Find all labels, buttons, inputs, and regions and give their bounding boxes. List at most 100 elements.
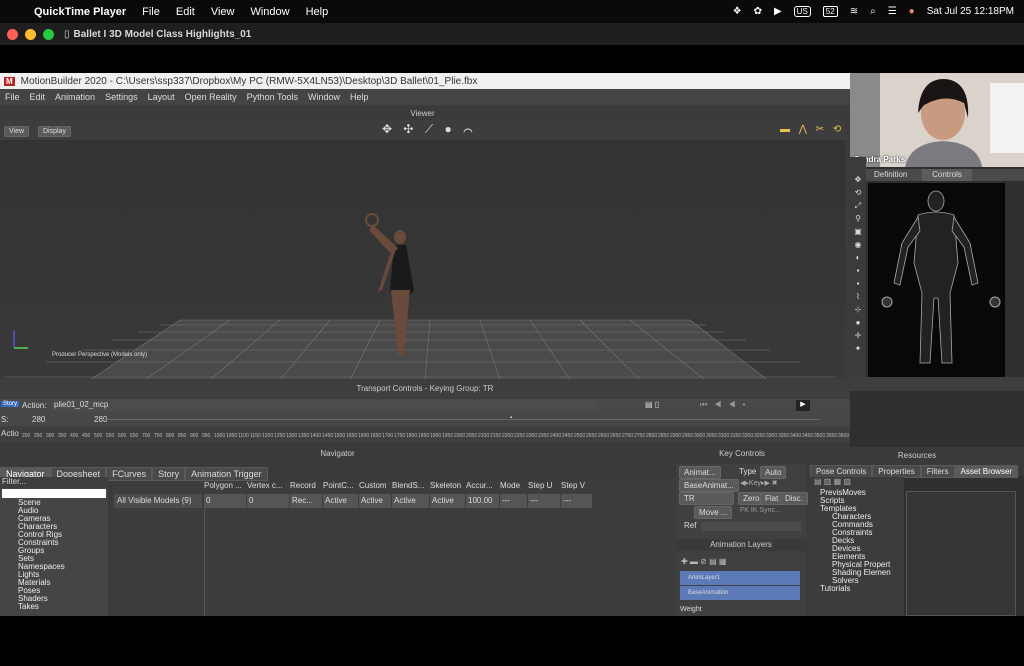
disc-button[interactable]: Disc. [780, 492, 808, 505]
minimize-window-button[interactable] [25, 28, 36, 40]
table-cell[interactable]: Active [323, 494, 358, 508]
asset-preview-area[interactable] [906, 491, 1016, 616]
table-cell[interactable]: 0 [247, 494, 289, 508]
current-time-marker[interactable]: ▪ [510, 415, 512, 421]
table-cell[interactable]: Active [359, 494, 391, 508]
character-controls-view[interactable] [868, 183, 1005, 377]
table-cell[interactable]: Active [392, 494, 429, 508]
table-cell[interactable]: --- [500, 494, 527, 508]
mb-menu-python-tools[interactable]: Python Tools [242, 92, 303, 102]
scene-tree-item[interactable]: Takes [0, 603, 108, 611]
transform-tools[interactable]: ✥ ✣ ⟋ ● ⌒ [382, 122, 477, 137]
table-cell[interactable]: --- [561, 494, 592, 508]
table-column-header[interactable]: Custom [359, 481, 392, 490]
layer-row-animlayer1[interactable]: AnimLayer1 [680, 571, 800, 585]
table-column-header[interactable]: Step V [561, 481, 593, 490]
table-cell[interactable]: 100.00 [466, 494, 499, 508]
table-column-header[interactable]: Accur... [466, 481, 500, 490]
table-column-header[interactable]: Step U [528, 481, 561, 490]
zoom-window-button[interactable] [43, 28, 54, 40]
clock[interactable]: Sat Jul 25 12:18PM [927, 6, 1014, 17]
mb-menu-animation[interactable]: Animation [50, 92, 100, 102]
keying-group-dropdown[interactable]: TR [679, 492, 734, 505]
layer-row-baseanimation[interactable]: BaseAnimation [680, 586, 800, 600]
menu-window[interactable]: Window [250, 6, 289, 18]
scene-tree-item[interactable]: Lights [0, 571, 108, 579]
app-menu-quicktime[interactable]: QuickTime Player [34, 6, 126, 18]
mb-menu-help[interactable]: Help [345, 92, 374, 102]
mb-menu-layout[interactable]: Layout [143, 92, 180, 102]
tab-filters[interactable]: Filters [920, 465, 955, 478]
scene-tree-item[interactable]: Audio [0, 507, 108, 515]
menu-file[interactable]: File [142, 6, 160, 18]
mb-menu-settings[interactable]: Settings [100, 92, 143, 102]
scene-tree[interactable]: Scene Audio Cameras Characters Control Rigs C… [0, 499, 108, 611]
control-center-icon[interactable]: ☰ [888, 6, 897, 17]
tab-animation-trigger[interactable]: Animation Trigger [185, 467, 268, 481]
scene-tree-item[interactable]: Scene [0, 499, 108, 507]
table-column-header[interactable]: Mode [500, 481, 528, 490]
view-button[interactable]: View [4, 126, 30, 137]
filter-input[interactable]: Filter... [0, 477, 108, 488]
resources-tree-item[interactable]: Constraints [810, 529, 904, 537]
mb-menu-window[interactable]: Window [303, 92, 345, 102]
layer-tool-icons[interactable]: ✚ ▬ ⊘ ▤ ▦ [681, 557, 726, 566]
action-dropdown[interactable]: plie01_02_mcp [52, 400, 597, 411]
tab-controls[interactable]: Controls [922, 169, 972, 181]
scene-tree-item[interactable]: Namespaces [0, 563, 108, 571]
table-column-header[interactable]: PointC... [323, 481, 359, 490]
siri-icon[interactable]: ● [909, 6, 915, 17]
resources-tree-item[interactable]: Tutorials [810, 585, 904, 593]
move-button[interactable]: Move ... [694, 506, 733, 519]
display-button[interactable]: Display [38, 126, 71, 137]
tab-fcurves[interactable]: FCurves [106, 467, 153, 481]
battery-icon[interactable]: 52 [822, 6, 838, 17]
table-column-header[interactable]: BlendS... [392, 481, 430, 490]
search-field[interactable] [2, 489, 106, 498]
mb-menu-open-reality[interactable]: Open Reality [180, 92, 242, 102]
table-cell[interactable]: Rec... [290, 494, 322, 508]
tab-story[interactable]: Story [152, 467, 186, 481]
search-icon[interactable]: ⌕ [870, 6, 876, 17]
base-animation-dropdown[interactable]: BaseAnimat... [679, 479, 739, 492]
table-column-header[interactable]: Polygon ... [204, 481, 247, 490]
table-cell[interactable]: Active [430, 494, 465, 508]
mb-menu-file[interactable]: File [0, 92, 25, 102]
viewer-icons[interactable]: ▬ ⋀ ✂ ⟲ [780, 124, 844, 135]
play-icon[interactable]: ▶ [774, 6, 782, 17]
table-cell[interactable]: --- [528, 494, 560, 508]
key-nav[interactable]: ◀▸Key▸▶ ✖ [740, 479, 778, 487]
playback-controls[interactable]: ⏮◀◀▪ [700, 400, 752, 410]
start-value[interactable]: 280 [32, 415, 45, 424]
scene-tree-item[interactable]: Constraints [0, 539, 108, 547]
table-cell[interactable]: 0 [204, 494, 246, 508]
table-column-header[interactable]: Skeleton [430, 481, 466, 490]
mb-menu-edit[interactable]: Edit [25, 92, 51, 102]
view-mode-icons[interactable]: ▤ ▯ [645, 400, 659, 409]
menu-edit[interactable]: Edit [176, 6, 195, 18]
character-tool-strip[interactable]: ✥ ⟲ ⤢ ⚲ ▣ ◉ ◐ ▪ ▪ ⌇ ⊹ ● ✛ ✦ [850, 157, 866, 377]
range-slider[interactable] [100, 419, 820, 420]
fk-ik-sync[interactable]: FK IK Sync... [740, 507, 781, 514]
ref-field[interactable] [701, 522, 801, 531]
timeline[interactable]: Actio 200 250 300 350 400 450 500 550 600 650 700 7… [0, 426, 850, 442]
openai-icon[interactable]: ✿ [754, 6, 762, 17]
tab-definition[interactable]: Definition [874, 170, 907, 179]
story-badge[interactable]: Story [1, 401, 20, 407]
dropbox-icon[interactable]: ❖ [733, 6, 742, 17]
scene-tree-item[interactable]: Poses [0, 587, 108, 595]
play-button[interactable]: ▶ [796, 400, 810, 411]
scene-tree-item[interactable]: Groups [0, 547, 108, 555]
input-source-badge[interactable]: US [793, 6, 811, 17]
tab-asset-browser[interactable]: Asset Browser [954, 465, 1019, 478]
close-window-button[interactable] [7, 28, 18, 40]
all-visible-models-row[interactable]: All Visible Models (9) [114, 494, 202, 508]
scene-tree-item[interactable]: Shaders [0, 595, 108, 603]
resources-tree[interactable]: PrevisMoves Scripts Templates Characters Com… [810, 489, 904, 593]
wifi-icon[interactable]: ≋ [850, 6, 858, 17]
type-dropdown[interactable]: Auto [760, 466, 787, 479]
menu-help[interactable]: Help [306, 6, 329, 18]
table-column-header[interactable]: Vertex c... [247, 481, 290, 490]
scene-tree-item[interactable]: Materials [0, 579, 108, 587]
animate-button[interactable]: Animat... [679, 466, 721, 479]
